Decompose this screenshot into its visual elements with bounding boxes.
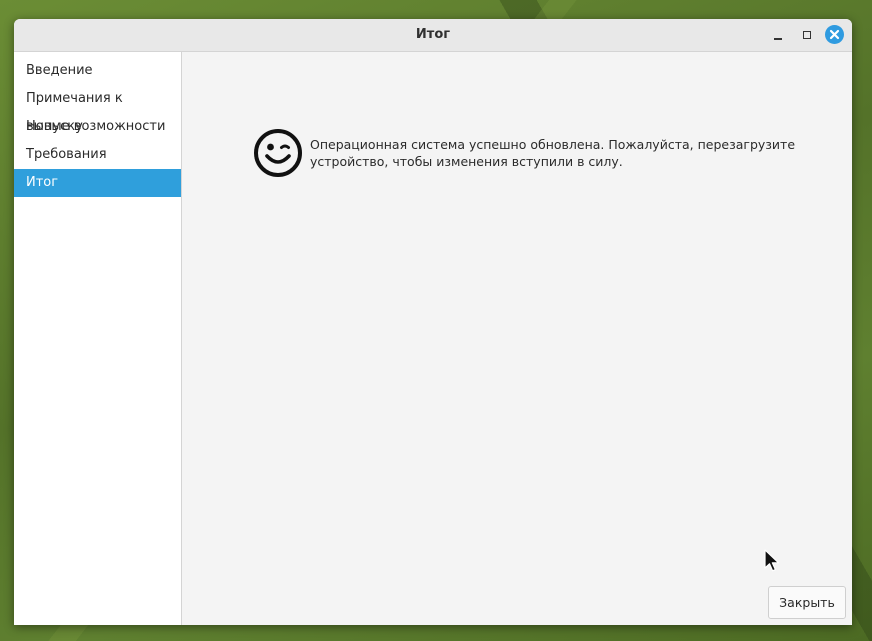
minimize-button[interactable]	[768, 25, 788, 45]
message-text: Операционная система успешно обновлена. …	[310, 137, 796, 169]
sidebar-item-introduction[interactable]: Введение	[14, 57, 181, 85]
sidebar-item-release-notes[interactable]: Примечания к выпуску	[14, 85, 181, 134]
close-button[interactable]: Закрыть	[768, 586, 846, 619]
main-content: Операционная система успешно обновлена. …	[182, 52, 852, 625]
close-window-button[interactable]	[825, 25, 844, 44]
status-message: Операционная система успешно обновлена. …	[253, 128, 813, 178]
sidebar-item-summary[interactable]: Итог	[14, 169, 181, 197]
close-icon	[829, 29, 840, 40]
upgrade-window: Итог Введение Примечания к выпуску Новые…	[14, 19, 852, 625]
wink-smiley-icon	[254, 129, 302, 177]
title-bar[interactable]: Итог	[14, 19, 852, 52]
maximize-button[interactable]	[797, 25, 817, 45]
sidebar-item-new-features[interactable]: Новые возможности	[14, 113, 181, 141]
sidebar-item-requirements[interactable]: Требования	[14, 141, 181, 169]
window-title: Итог	[415, 27, 451, 42]
mouse-pointer-icon	[764, 549, 780, 572]
sidebar: Введение Примечания к выпуску Новые возм…	[14, 52, 182, 625]
